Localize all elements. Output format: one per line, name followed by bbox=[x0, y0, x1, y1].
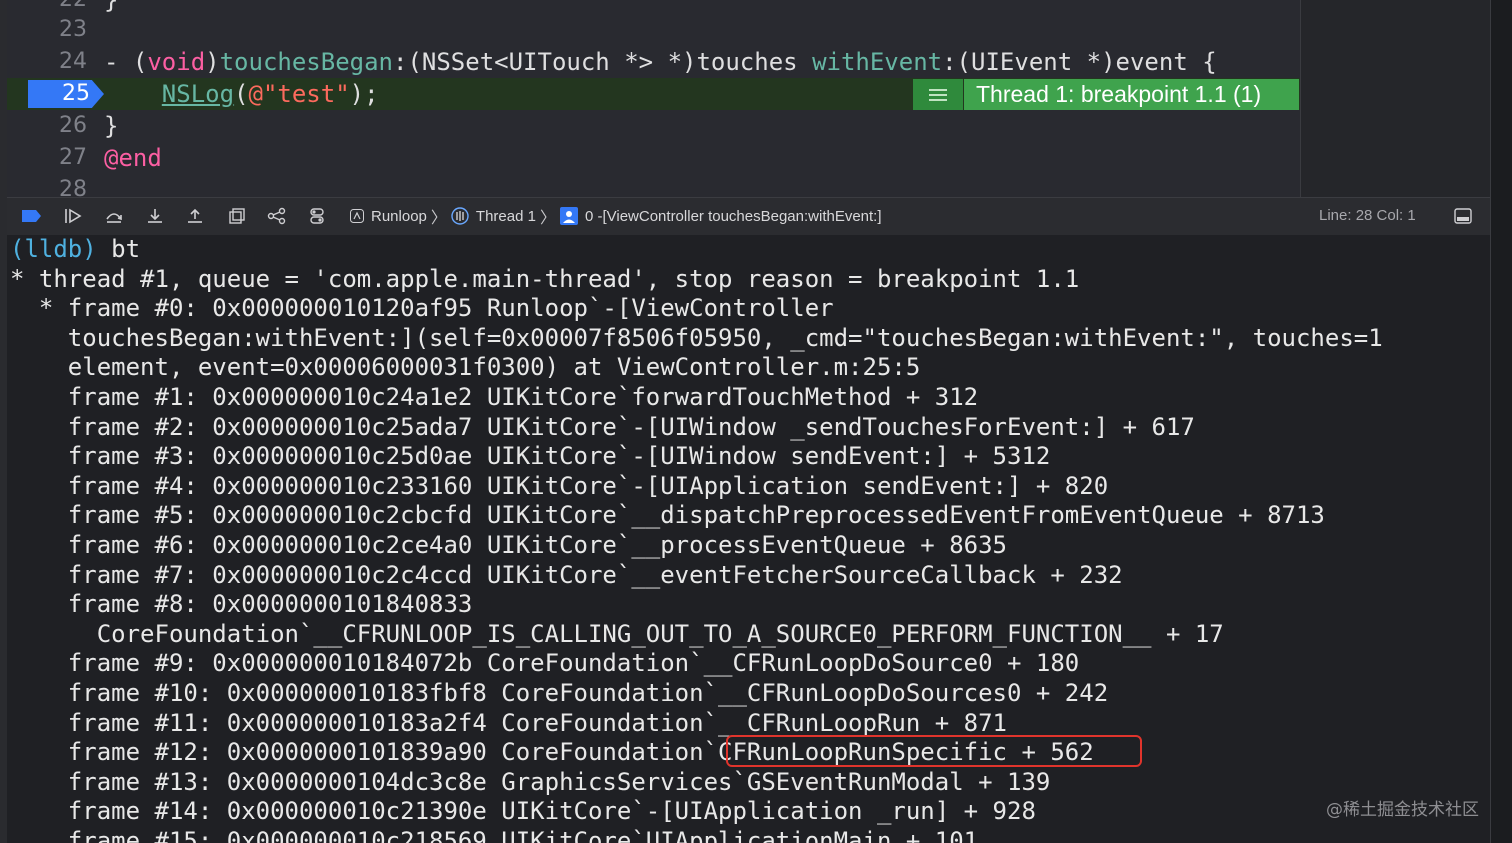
console-output-line: CoreFoundation`__CFRUNLOOP_IS_CALLING_OU… bbox=[10, 619, 1224, 648]
console-output-line: frame #13: 0x0000000104dc3c8e GraphicsSe… bbox=[10, 767, 1051, 796]
breakpoints-toggle-icon[interactable] bbox=[19, 206, 43, 226]
lines-icon[interactable] bbox=[913, 79, 964, 110]
environment-overrides-icon[interactable] bbox=[305, 206, 329, 226]
lldb-prompt: (lldb) bbox=[10, 235, 97, 263]
line-number[interactable]: 27 bbox=[7, 142, 87, 174]
code-text: } bbox=[104, 112, 119, 140]
console-output-line: frame #4: 0x000000010c233160 UIKitCore`-… bbox=[10, 471, 1109, 500]
console-command-line: (lldb) bt bbox=[10, 235, 141, 263]
console-output-line: touchesBegan:withEvent:](self=0x00007f85… bbox=[10, 323, 1383, 352]
console-output-line: frame #5: 0x000000010c2cbcfd UIKitCore`_… bbox=[10, 501, 1325, 530]
step-over-icon[interactable] bbox=[102, 206, 126, 226]
watermark: @稀土掘金技术社区 bbox=[1326, 800, 1479, 820]
code-text: @end bbox=[104, 144, 162, 172]
breadcrumb-frame[interactable]: 0 -[ViewController touchesBegan:withEven… bbox=[585, 208, 882, 225]
console-output-line: frame #9: 0x000000010184072b CoreFoundat… bbox=[10, 649, 1080, 678]
debug-view-hierarchy-icon[interactable] bbox=[225, 206, 249, 226]
breadcrumb-chevron-icon: 〉 bbox=[430, 210, 447, 227]
line-number[interactable]: 24 bbox=[7, 46, 87, 78]
console-output-line: frame #2: 0x000000010c25ada7 UIKitCore`-… bbox=[10, 412, 1195, 441]
line-number[interactable]: 23 bbox=[7, 14, 87, 46]
breadcrumb-chevron-icon: 〉 bbox=[539, 210, 556, 227]
memory-graph-icon[interactable] bbox=[265, 206, 289, 226]
code-text: NSLog(@"test"); bbox=[161, 80, 379, 108]
step-out-icon[interactable] bbox=[183, 206, 207, 226]
line-number[interactable]: 25 bbox=[28, 78, 90, 110]
line-number[interactable]: 28 bbox=[7, 174, 87, 197]
console-output-line: frame #3: 0x000000010c25d0ae UIKitCore`-… bbox=[10, 442, 1051, 471]
console-output-line: frame #8: 0x0000000101840833 bbox=[10, 590, 473, 619]
left-edge-strip bbox=[0, 0, 7, 843]
console-output-line: frame #11: 0x000000010183a2f4 CoreFounda… bbox=[10, 708, 1007, 737]
editor-minimap-area bbox=[1300, 0, 1491, 197]
code-line[interactable]: 28 bbox=[7, 174, 1300, 197]
console-output-line: frame #1: 0x000000010c24a1e2 UIKitCore`f… bbox=[10, 383, 979, 411]
step-into-icon[interactable] bbox=[143, 206, 167, 226]
code-line[interactable]: 23 bbox=[7, 14, 1300, 46]
code-text: - (void)touchesBegan:(NSSet<UITouch *> *… bbox=[104, 48, 1217, 76]
frame-icon bbox=[559, 207, 578, 225]
console-output-line: frame #7: 0x000000010c2c4ccd UIKitCore`_… bbox=[10, 560, 1123, 589]
console-output-line: element, event=0x00006000031f0300) at Vi… bbox=[10, 353, 921, 382]
thread-breakpoint-badge[interactable]: Thread 1: breakpoint 1.1 (1) bbox=[913, 79, 1299, 110]
thread-badge-text: Thread 1: breakpoint 1.1 (1) bbox=[976, 81, 1262, 107]
code-line[interactable]: 24 - (void)touchesBegan:(NSSet<UITouch *>… bbox=[7, 46, 1300, 78]
breadcrumb-app[interactable]: Runloop bbox=[371, 208, 427, 225]
console-output-line: frame #10: 0x000000010183fbf8 CoreFounda… bbox=[10, 679, 1109, 707]
console-layout-icon[interactable] bbox=[1453, 206, 1473, 226]
thread-icon bbox=[451, 207, 469, 225]
highlight-annotation-box bbox=[726, 735, 1142, 767]
code-line[interactable]: 27 @end bbox=[7, 142, 1300, 174]
breadcrumb: Runloop 〉 Thread 1 〉 0 -[ViewController … bbox=[350, 206, 882, 227]
continue-icon[interactable] bbox=[61, 206, 85, 226]
window-right-edge bbox=[1490, 0, 1512, 843]
console-output-line: frame #6: 0x000000010c2ce4a0 UIKitCore`_… bbox=[10, 531, 1007, 559]
line-number[interactable]: 26 bbox=[7, 110, 87, 142]
debug-bar: Runloop 〉 Thread 1 〉 0 -[ViewController … bbox=[7, 197, 1490, 236]
console-output-line: * frame #0: 0x000000010120af95 Runloop`-… bbox=[10, 294, 834, 323]
breadcrumb-thread[interactable]: Thread 1 bbox=[476, 208, 536, 225]
console-output-line: frame #15: 0x000000010c218569 UIKitCore`… bbox=[10, 827, 979, 843]
line-col-indicator: Line: 28 Col: 1 bbox=[1319, 207, 1416, 224]
console-output-line: frame #14: 0x000000010c21390e UIKitCore`… bbox=[10, 797, 1036, 826]
code-line[interactable]: 26} bbox=[7, 110, 1300, 142]
console-output-line: * thread #1, queue = 'com.apple.main-thr… bbox=[10, 264, 1080, 293]
app-icon bbox=[350, 209, 364, 223]
